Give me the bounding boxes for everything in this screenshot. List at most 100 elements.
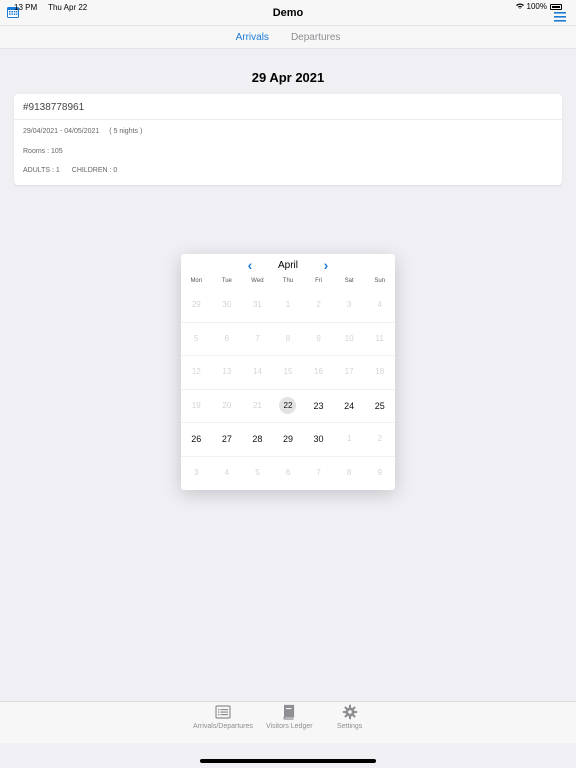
calendar-day-cell: 4: [212, 464, 243, 482]
calendar-day-cell[interactable]: 24: [334, 397, 365, 415]
status-time-text: 13 PM: [14, 3, 38, 12]
calendar-day-cell[interactable]: 27: [212, 430, 243, 448]
home-indicator: [200, 759, 376, 763]
wifi-icon: [515, 2, 524, 11]
calendar-day: 29: [191, 299, 201, 309]
tab-bar-visitors-ledger-label: Visitors Ledger: [266, 723, 313, 730]
booking-id: #9138778961: [23, 102, 85, 113]
tab-arrivals[interactable]: Arrivals: [236, 32, 269, 43]
calendar-day-today: 22: [279, 397, 297, 415]
calendar-day: 1: [346, 434, 352, 444]
weekday-label: Thu: [282, 278, 294, 284]
calendar-day: 31: [252, 299, 262, 309]
calendar-day-cell: 9: [364, 464, 395, 482]
calendar-day-cell: 7: [242, 330, 273, 348]
calendar-day: 12: [191, 367, 201, 377]
calendar-day-cell: 6: [212, 330, 243, 348]
calendar-day-cell: 12: [181, 363, 212, 381]
booking-card[interactable]: #9138778961 29/04/2021 - 04/05/2021 ( 5 …: [14, 94, 562, 185]
calendar-day-cell: 2: [303, 296, 334, 314]
booking-dates: 29/04/2021 - 04/05/2021: [23, 128, 100, 135]
calendar-day: 5: [255, 467, 260, 477]
chevron-right-icon[interactable]: ›: [319, 257, 333, 273]
calendar-day-cell[interactable]: 26: [181, 430, 212, 448]
calendar-day-cell[interactable]: 22: [273, 397, 304, 415]
calendar-day: 18: [375, 367, 385, 377]
tab-bar: Arrivals/Departures Visitors Ledger Sett…: [0, 701, 576, 743]
calendar-day-cell[interactable]: 23: [303, 397, 334, 415]
calendar-day-cell: 3: [334, 296, 365, 314]
calendar-day: 15: [283, 367, 293, 377]
booking-adults: ADULTS : 1: [23, 167, 60, 174]
calendar-day-cell: 4: [364, 296, 395, 314]
calendar-day: 13: [222, 367, 232, 377]
tab-bar-arrivals-departures-label: Arrivals/Departures: [193, 723, 253, 730]
calendar-day: 8: [285, 333, 291, 343]
calendar-day-cell: 16: [303, 363, 334, 381]
calendar-day-cell: 11: [364, 330, 395, 348]
tab-bar-visitors-ledger[interactable]: Visitors Ledger: [266, 704, 313, 730]
calendar-day: 30: [313, 434, 324, 445]
calendar-day-cell: 7: [303, 464, 334, 482]
status-date-text: Thu Apr 22: [48, 3, 88, 12]
calendar-day: 19: [191, 400, 201, 410]
booking-children: CHILDREN : 0: [71, 167, 118, 174]
booking-nights: ( 5 nights ): [109, 128, 143, 135]
calendar-month: April: [277, 259, 298, 271]
calendar-day: 7: [255, 333, 260, 343]
weekday-label: Sun: [374, 278, 386, 284]
tab-bar-arrivals-departures[interactable]: Arrivals/Departures: [193, 704, 253, 730]
calendar-week-row: 26 27 28 29 30 1 2: [181, 422, 395, 456]
battery-icon: [550, 3, 562, 10]
calendar-day: 7: [316, 467, 321, 477]
calendar-day-cell: 15: [273, 363, 304, 381]
calendar-day-cell[interactable]: 28: [242, 430, 273, 448]
calendar-day: 8: [346, 467, 352, 477]
calendar-day-cell: 2: [364, 430, 395, 448]
calendar-day: 3: [194, 467, 199, 477]
calendar-day-cell: 9: [303, 330, 334, 348]
calendar-day-cell: 18: [364, 363, 395, 381]
calendar-day-cell[interactable]: 29: [273, 430, 304, 448]
chevron-left-icon[interactable]: ‹: [243, 257, 257, 273]
calendar-day-cell[interactable]: 30: [303, 430, 334, 448]
calendar-day: 2: [316, 299, 321, 309]
calendar-day: 25: [374, 400, 385, 411]
calendar-day-cell[interactable]: 25: [364, 397, 395, 415]
calendar-day: 2: [377, 434, 382, 444]
arrivals-departures-segment: Arrivals Departures: [0, 25, 576, 49]
date-heading: 29 Apr 2021: [251, 70, 325, 85]
calendar-day-cell: 30: [212, 296, 243, 314]
gear-icon: [342, 704, 357, 720]
weekday-label: Wed: [251, 278, 264, 284]
status-time: 13 PM Thu Apr 22: [14, 3, 87, 12]
calendar-day: 16: [314, 367, 324, 377]
status-bar: 13 PM Thu Apr 22 100%: [0, 0, 576, 14]
calendar-day-cell: 19: [181, 397, 212, 415]
tab-bar-settings[interactable]: Settings: [337, 704, 362, 730]
calendar-day: 17: [344, 367, 354, 377]
calendar-day-cell: 8: [273, 330, 304, 348]
calendar-day-cell: 3: [181, 464, 212, 482]
calendar-day-cell: 17: [334, 363, 365, 381]
calendar-day: 10: [344, 333, 354, 343]
weekday-label: Mon: [190, 278, 203, 284]
calendar-day-cell: 1: [334, 430, 365, 448]
calendar-day-cell: 14: [242, 363, 273, 381]
calendar-popup: ‹ April › Mon Tue Wed Thu Fri Sat Sun 29 30 31 1 2…: [181, 254, 395, 490]
calendar-day-cell: 13: [212, 363, 243, 381]
calendar-day: 4: [224, 467, 230, 477]
calendar-day: 20: [222, 400, 232, 410]
calendar-day-cell: 29: [181, 296, 212, 314]
calendar-day: 24: [344, 400, 355, 411]
calendar-day: 29: [282, 434, 293, 445]
weekday-label: Tue: [221, 278, 232, 284]
booking-guests-row: ADULTS : 1 CHILDREN : 0: [23, 167, 117, 174]
calendar-week-row: 5 6 7 8 9 10 11: [181, 321, 395, 356]
tab-departures[interactable]: Departures: [291, 32, 340, 43]
calendar-day-cell: 10: [334, 330, 365, 348]
booking-dates-row: 29/04/2021 - 04/05/2021 ( 5 nights ): [23, 128, 142, 135]
calendar-day-cell: 6: [273, 464, 304, 482]
booking-rooms: Rooms : 105: [23, 148, 63, 155]
calendar-day: 9: [377, 467, 382, 477]
